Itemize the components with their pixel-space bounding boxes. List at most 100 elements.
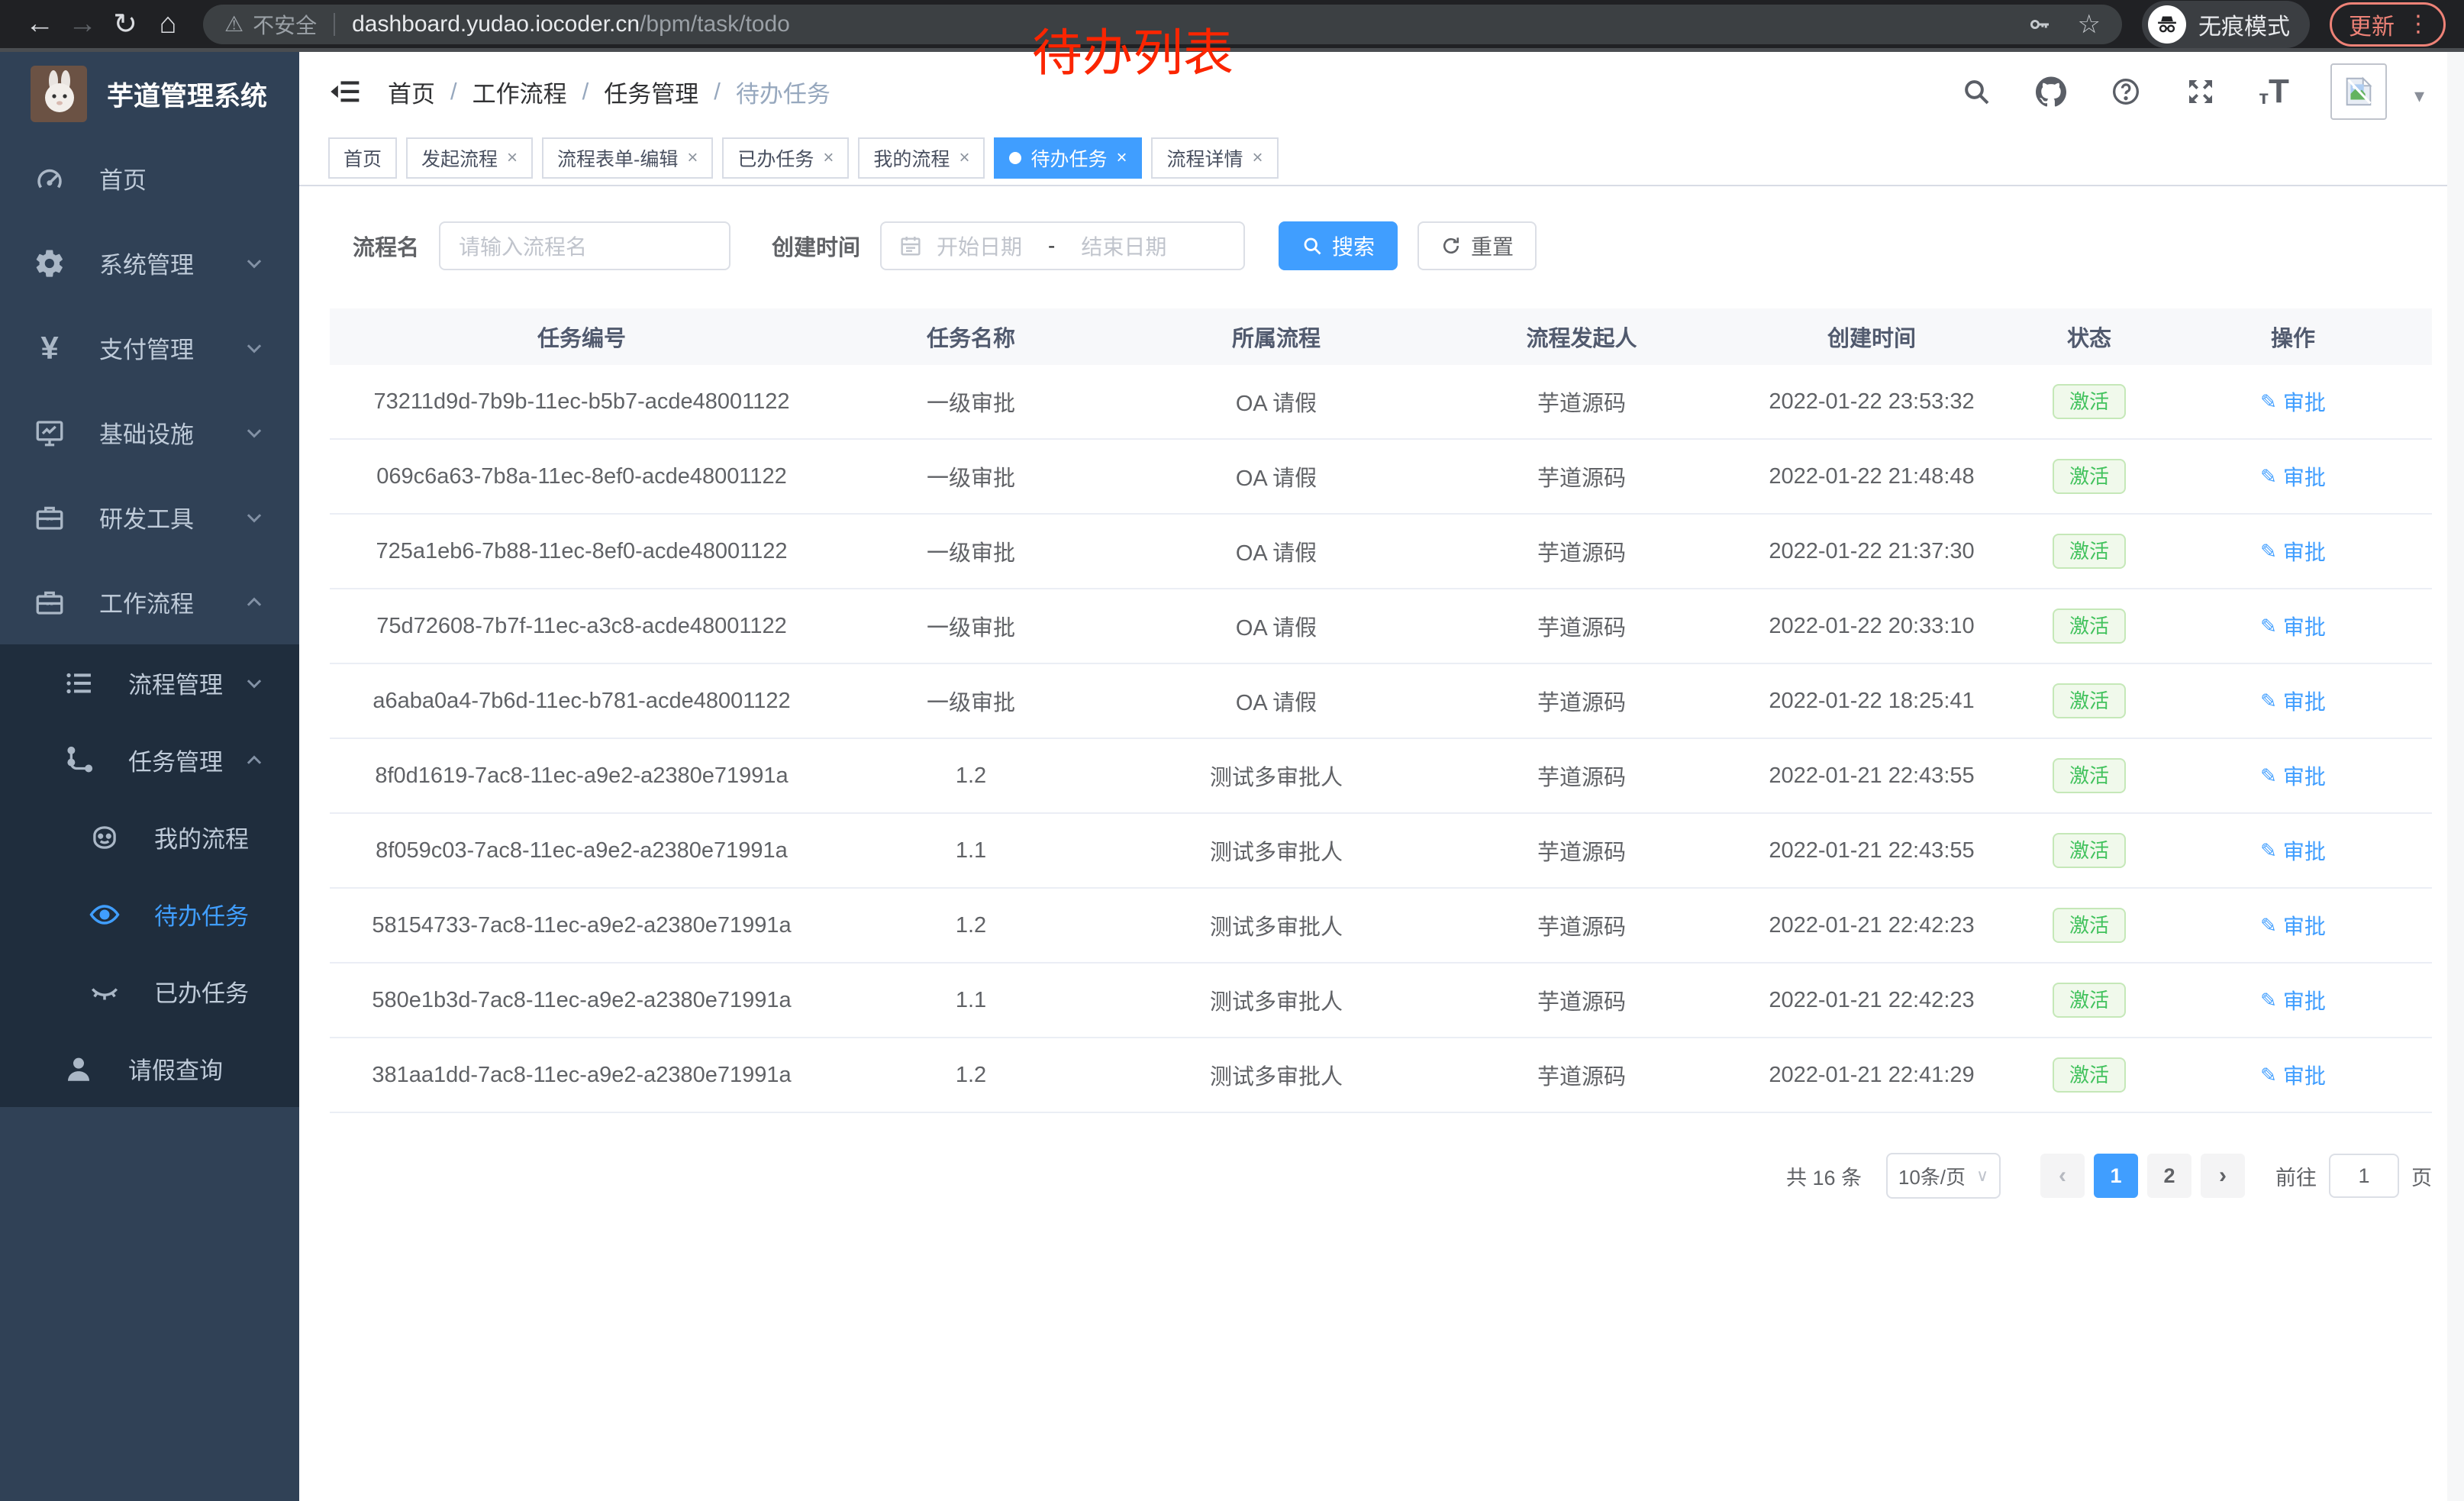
create-time-cell: 2022-01-22 18:25:41 [1719, 689, 2024, 714]
next-page-button[interactable]: › [2201, 1154, 2245, 1198]
starter-cell: 芋道源码 [1444, 386, 1719, 418]
tab-label: 我的流程 [873, 144, 950, 172]
tab-已办任务[interactable]: 已办任务× [722, 137, 849, 179]
approve-link[interactable]: ✎审批 [2260, 686, 2326, 716]
breadcrumb-item[interactable]: 任务管理 [604, 75, 698, 109]
table-row: 73211d9d-7b9b-11ec-b5b7-acde48001122一级审批… [330, 365, 2432, 440]
back-icon[interactable]: ← [18, 8, 61, 40]
process-cell: OA 请假 [1108, 685, 1444, 717]
create-time-cell: 2022-01-22 23:53:32 [1719, 389, 2024, 415]
breadcrumb-item[interactable]: 首页 [388, 75, 435, 109]
starter-cell: 芋道源码 [1444, 909, 1719, 941]
header-search-icon[interactable] [1959, 75, 1993, 108]
action-cell: ✎审批 [2154, 1060, 2432, 1090]
sidebar-item-流程管理[interactable]: 流程管理 [0, 644, 299, 721]
close-icon[interactable]: × [1253, 147, 1263, 169]
flow-icon [61, 743, 96, 778]
sidebar-item-基础设施[interactable]: 基础设施 [0, 390, 299, 475]
approve-link[interactable]: ✎审批 [2260, 461, 2326, 492]
sidebar-item-工作流程[interactable]: 工作流程 [0, 560, 299, 644]
browser-update-button[interactable]: 更新 ⋮ [2330, 2, 2446, 47]
home-icon[interactable]: ⌂ [147, 8, 189, 40]
tab-流程表单-编辑[interactable]: 流程表单-编辑× [542, 137, 713, 179]
date-range-separator: - [1048, 234, 1055, 258]
sidebar-item-研发工具[interactable]: 研发工具 [0, 475, 299, 560]
approve-link[interactable]: ✎审批 [2260, 760, 2326, 791]
font-size-icon[interactable]: тT [2259, 76, 2289, 107]
help-icon[interactable] [2109, 75, 2143, 108]
task-id-cell: 8f059c03-7ac8-11ec-a9e2-a2380e71991a [330, 838, 834, 863]
approve-link[interactable]: ✎审批 [2260, 386, 2326, 417]
goto-page-input[interactable]: 1 [2329, 1154, 2399, 1198]
table-row: 580e1b3d-7ac8-11ec-a9e2-a2380e71991a1.1测… [330, 964, 2432, 1038]
calendar-icon [898, 234, 923, 258]
sidebar-item-首页[interactable]: 首页 [0, 136, 299, 221]
forward-icon[interactable]: → [61, 8, 104, 40]
page-button-2[interactable]: 2 [2147, 1154, 2191, 1198]
sidebar-item-已办任务[interactable]: 已办任务 [0, 953, 299, 1030]
starter-cell: 芋道源码 [1444, 610, 1719, 642]
page-scrollbar[interactable] [2447, 52, 2464, 1501]
action-cell: ✎审批 [2154, 835, 2432, 866]
tab-首页[interactable]: 首页 [328, 137, 397, 179]
yen-icon: ¥ [32, 331, 67, 366]
close-icon[interactable]: × [959, 147, 969, 169]
close-icon[interactable]: × [507, 147, 518, 169]
close-icon[interactable]: × [823, 147, 834, 169]
sidebar-item-我的流程[interactable]: 我的流程 [0, 799, 299, 876]
url-divider [334, 13, 335, 36]
close-icon[interactable]: × [1116, 147, 1127, 169]
sidebar-item-系统管理[interactable]: 系统管理 [0, 221, 299, 305]
key-icon[interactable] [2027, 12, 2052, 37]
breadcrumb-item[interactable]: 工作流程 [472, 75, 567, 109]
eye-icon [87, 897, 122, 932]
search-button[interactable]: 搜索 [1279, 221, 1398, 270]
approve-link[interactable]: ✎审批 [2260, 611, 2326, 641]
table-body: 73211d9d-7b9b-11ec-b5b7-acde48001122一级审批… [330, 365, 2432, 1113]
browser-menu-icon[interactable]: ⋮ [2407, 18, 2430, 30]
reset-button[interactable]: 重置 [1417, 221, 1537, 270]
sidebar-logo[interactable]: 芋道管理系统 [0, 52, 299, 136]
sidebar-item-label: 待办任务 [154, 897, 249, 931]
process-cell: 测试多审批人 [1108, 760, 1444, 792]
approve-link[interactable]: ✎审批 [2260, 835, 2326, 866]
page-button-1[interactable]: 1 [2094, 1154, 2138, 1198]
sidebar-item-待办任务[interactable]: 待办任务 [0, 876, 299, 953]
reload-icon[interactable]: ↻ [104, 7, 147, 41]
prev-page-button[interactable]: ‹ [2040, 1154, 2085, 1198]
sidebar-item-label: 研发工具 [99, 500, 194, 534]
task-name-cell: 一级审批 [834, 386, 1108, 418]
approve-link[interactable]: ✎审批 [2260, 1060, 2326, 1090]
starter-cell: 芋道源码 [1444, 685, 1719, 717]
tab-label: 待办任务 [1030, 144, 1107, 172]
approve-link[interactable]: ✎审批 [2260, 910, 2326, 941]
tab-发起流程[interactable]: 发起流程× [406, 137, 533, 179]
avatar[interactable] [2330, 63, 2387, 120]
not-secure-icon: ⚠ [224, 11, 243, 37]
avatar-caret-icon[interactable]: ▾ [2414, 84, 2424, 120]
tab-我的流程[interactable]: 我的流程 × [858, 137, 985, 179]
close-icon[interactable]: × [687, 147, 698, 169]
sidebar-fold-icon[interactable] [328, 75, 362, 108]
tab-待办任务[interactable]: 待办任务 × [994, 137, 1142, 179]
approve-link[interactable]: ✎审批 [2260, 985, 2326, 1015]
process-name-input[interactable]: 请输入流程名 [439, 221, 730, 270]
process-cell: OA 请假 [1108, 386, 1444, 418]
sidebar: 芋道管理系统 首页系统管理¥支付管理基础设施研发工具工作流程流程管理任务管理我的… [0, 52, 299, 1501]
create-time-cell: 2022-01-22 21:37:30 [1719, 539, 2024, 564]
bookmark-star-icon[interactable]: ☆ [2078, 11, 2101, 37]
fullscreen-icon[interactable] [2184, 75, 2217, 108]
update-label: 更新 [2349, 8, 2395, 41]
edit-icon: ✎ [2260, 689, 2277, 713]
date-range-input[interactable]: 开始日期 - 结束日期 [880, 221, 1245, 270]
task-name-cell: 一级审批 [834, 685, 1108, 717]
github-icon[interactable] [2034, 75, 2068, 108]
page-size-select[interactable]: 10条/页 ∨ [1886, 1153, 2001, 1199]
sidebar-item-支付管理[interactable]: ¥支付管理 [0, 305, 299, 390]
sidebar-item-请假查询[interactable]: 请假查询 [0, 1030, 299, 1107]
column-header: 操作 [2154, 321, 2432, 353]
tab-流程详情[interactable]: 流程详情× [1151, 137, 1278, 179]
status-badge: 激活 [2053, 384, 2126, 419]
approve-link[interactable]: ✎审批 [2260, 536, 2326, 567]
sidebar-item-任务管理[interactable]: 任务管理 [0, 721, 299, 799]
